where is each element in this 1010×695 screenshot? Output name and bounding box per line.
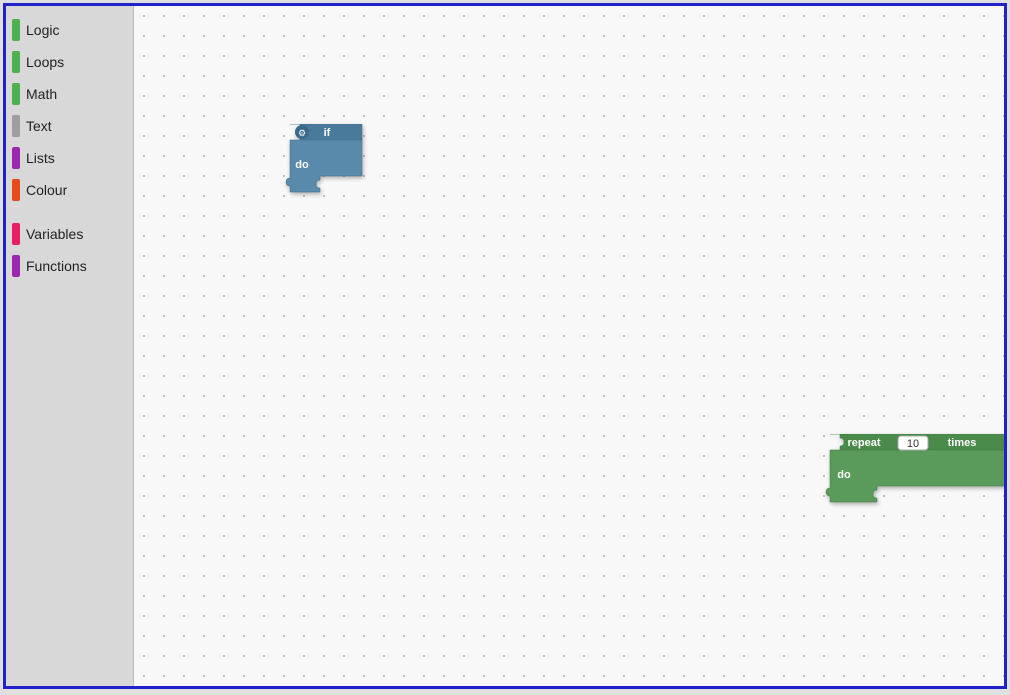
loops-color-bar	[12, 51, 20, 73]
sidebar-label-logic: Logic	[26, 22, 59, 38]
logic-color-bar	[12, 19, 20, 41]
sidebar-label-math: Math	[26, 86, 57, 102]
sidebar-item-text[interactable]: Text	[6, 110, 133, 142]
sidebar-item-loops[interactable]: Loops	[6, 46, 133, 78]
gear-icon: ⚙	[298, 128, 306, 138]
repeat-do-label: do	[837, 469, 851, 481]
sidebar-item-math[interactable]: Math	[6, 78, 133, 110]
sidebar-item-lists[interactable]: Lists	[6, 142, 133, 174]
sidebar-label-functions: Functions	[26, 258, 87, 274]
sidebar-spacer	[6, 206, 133, 218]
sidebar-item-colour[interactable]: Colour	[6, 174, 133, 206]
sidebar-item-variables[interactable]: Variables	[6, 218, 133, 250]
canvas-area[interactable]: ⚙ if do repeat	[134, 6, 1004, 686]
sidebar: Logic Loops Math Text Lists Colour	[6, 6, 134, 686]
text-color-bar	[12, 115, 20, 137]
main-window: Logic Loops Math Text Lists Colour	[3, 3, 1007, 689]
lists-color-bar	[12, 147, 20, 169]
variables-color-bar	[12, 223, 20, 245]
times-label: times	[948, 437, 977, 449]
if-label: if	[324, 127, 331, 139]
repeat-label: repeat	[847, 437, 880, 449]
sidebar-item-logic[interactable]: Logic	[6, 14, 133, 46]
sidebar-label-variables: Variables	[26, 226, 83, 242]
sidebar-label-colour: Colour	[26, 182, 67, 198]
sidebar-item-functions[interactable]: Functions	[6, 250, 133, 282]
math-color-bar	[12, 83, 20, 105]
repeat-block[interactable]: repeat 10 times do	[822, 434, 1004, 511]
sidebar-label-lists: Lists	[26, 150, 55, 166]
functions-color-bar	[12, 255, 20, 277]
colour-color-bar	[12, 179, 20, 201]
sidebar-label-text: Text	[26, 118, 52, 134]
if-do-label: do	[295, 159, 309, 171]
sidebar-label-loops: Loops	[26, 54, 64, 70]
if-block[interactable]: ⚙ if do	[282, 124, 372, 201]
repeat-value: 10	[907, 438, 919, 450]
